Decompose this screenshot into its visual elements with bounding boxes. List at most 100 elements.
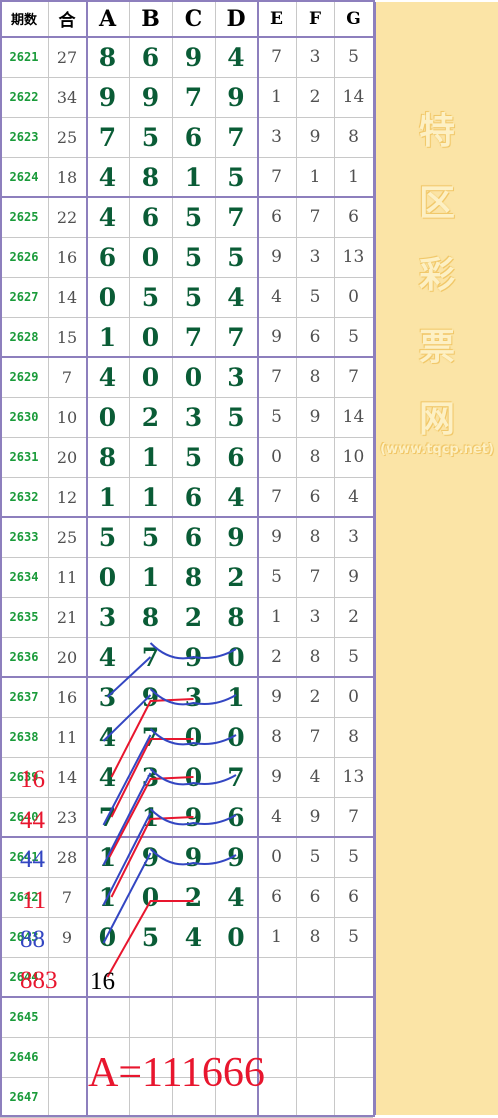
value-e: 7 <box>271 367 282 387</box>
value-e: 9 <box>271 327 282 347</box>
digit-d: 9 <box>227 82 245 112</box>
value-e: 4 <box>271 287 282 307</box>
issue-number: 2626 <box>9 250 39 264</box>
row-divider <box>0 317 373 318</box>
left-label: 44 <box>20 807 45 834</box>
digit-d: 7 <box>227 202 245 232</box>
digit-b: 1 <box>141 802 160 832</box>
value-f: 5 <box>309 287 321 307</box>
header-col-e: E <box>270 8 283 29</box>
value-g: 13 <box>342 767 365 787</box>
sum-value: 28 <box>56 847 78 867</box>
digit-c: 3 <box>184 682 203 712</box>
value-g: 8 <box>348 127 359 147</box>
row-divider <box>0 1037 373 1038</box>
value-f: 8 <box>309 647 321 667</box>
digit-d: 3 <box>227 362 245 392</box>
value-e: 1 <box>271 87 282 107</box>
digit-a: 8 <box>98 442 117 472</box>
value-e: 7 <box>271 167 282 187</box>
digit-d: 5 <box>227 242 245 272</box>
value-f: 4 <box>309 767 321 787</box>
digit-b: 6 <box>141 202 160 232</box>
digit-b: 0 <box>141 322 160 352</box>
digit-d: 0 <box>227 922 245 952</box>
issue-number: 2634 <box>9 570 39 584</box>
value-g: 5 <box>348 47 359 67</box>
value-f <box>296 1037 334 1077</box>
watermark-char: 彩 <box>418 255 455 296</box>
digit-c: 9 <box>184 42 203 72</box>
digit-c: 0 <box>184 722 203 752</box>
digit-d: 9 <box>227 842 245 872</box>
digit-b <box>129 957 172 997</box>
value-f: 8 <box>309 527 321 547</box>
digit-b: 5 <box>141 522 160 552</box>
watermark-panel: 特 区 彩 票 网 (www.tqcp.net) <box>374 2 498 1115</box>
value-f: 8 <box>309 367 321 387</box>
digit-b: 9 <box>141 682 160 712</box>
digit-b: 9 <box>141 842 160 872</box>
sum-value: 16 <box>56 687 78 707</box>
digit-b <box>129 997 172 1037</box>
next-value: 16 <box>90 968 115 995</box>
digit-d: 0 <box>227 642 245 672</box>
digit-b: 6 <box>141 42 160 72</box>
value-g: 14 <box>342 407 365 427</box>
header-sum: 合 <box>58 11 76 31</box>
value-g: 1 <box>348 167 359 187</box>
value-g: 0 <box>348 687 359 707</box>
digit-a: 4 <box>98 642 117 672</box>
value-f <box>296 957 334 997</box>
issue-number: 2646 <box>9 1050 39 1064</box>
digit-c: 7 <box>184 82 203 112</box>
value-f: 6 <box>309 487 321 507</box>
left-label: 88 <box>20 926 45 953</box>
sum-value <box>48 997 86 1037</box>
value-e: 1 <box>271 607 282 627</box>
column-divider <box>0 0 2 1117</box>
value-e: 4 <box>271 807 282 827</box>
sum-value: 14 <box>56 287 78 307</box>
digit-a: 7 <box>98 122 117 152</box>
digit-d <box>215 997 257 1037</box>
digit-b: 5 <box>141 282 160 312</box>
sum-value: 23 <box>56 807 78 827</box>
value-f: 1 <box>309 167 321 187</box>
watermark-char: 票 <box>418 327 455 368</box>
value-f: 6 <box>309 327 321 347</box>
digit-c: 6 <box>184 122 203 152</box>
row-divider <box>0 957 373 958</box>
sum-value: 25 <box>56 527 78 547</box>
value-f: 9 <box>309 127 321 147</box>
issue-number: 2627 <box>9 290 39 304</box>
digit-b: 1 <box>141 482 160 512</box>
digit-c: 1 <box>184 162 203 192</box>
group-divider <box>0 356 374 358</box>
digit-a: 1 <box>98 882 117 912</box>
digit-a: 7 <box>98 802 117 832</box>
digit-c: 5 <box>184 442 203 472</box>
prediction-text: A=111666 <box>88 1050 265 1096</box>
row-divider <box>0 557 373 558</box>
column-divider <box>334 0 335 1117</box>
issue-number: 2638 <box>9 730 39 744</box>
digit-a: 0 <box>98 402 117 432</box>
digit-d: 6 <box>227 442 245 472</box>
digit-a: 3 <box>98 602 117 632</box>
value-g: 7 <box>348 367 359 387</box>
issue-number: 2632 <box>9 490 39 504</box>
value-g: 0 <box>348 287 359 307</box>
digit-d: 7 <box>227 322 245 352</box>
sum-value <box>48 1077 86 1117</box>
value-f <box>296 1077 334 1117</box>
digit-a: 9 <box>98 82 117 112</box>
value-g: 5 <box>348 927 359 947</box>
value-e: 6 <box>271 207 282 227</box>
value-e: 1 <box>271 927 282 947</box>
sum-value: 25 <box>56 127 78 147</box>
row-divider <box>0 157 373 158</box>
sum-value: 9 <box>61 927 73 947</box>
group-divider <box>0 676 374 678</box>
value-g: 5 <box>348 647 359 667</box>
